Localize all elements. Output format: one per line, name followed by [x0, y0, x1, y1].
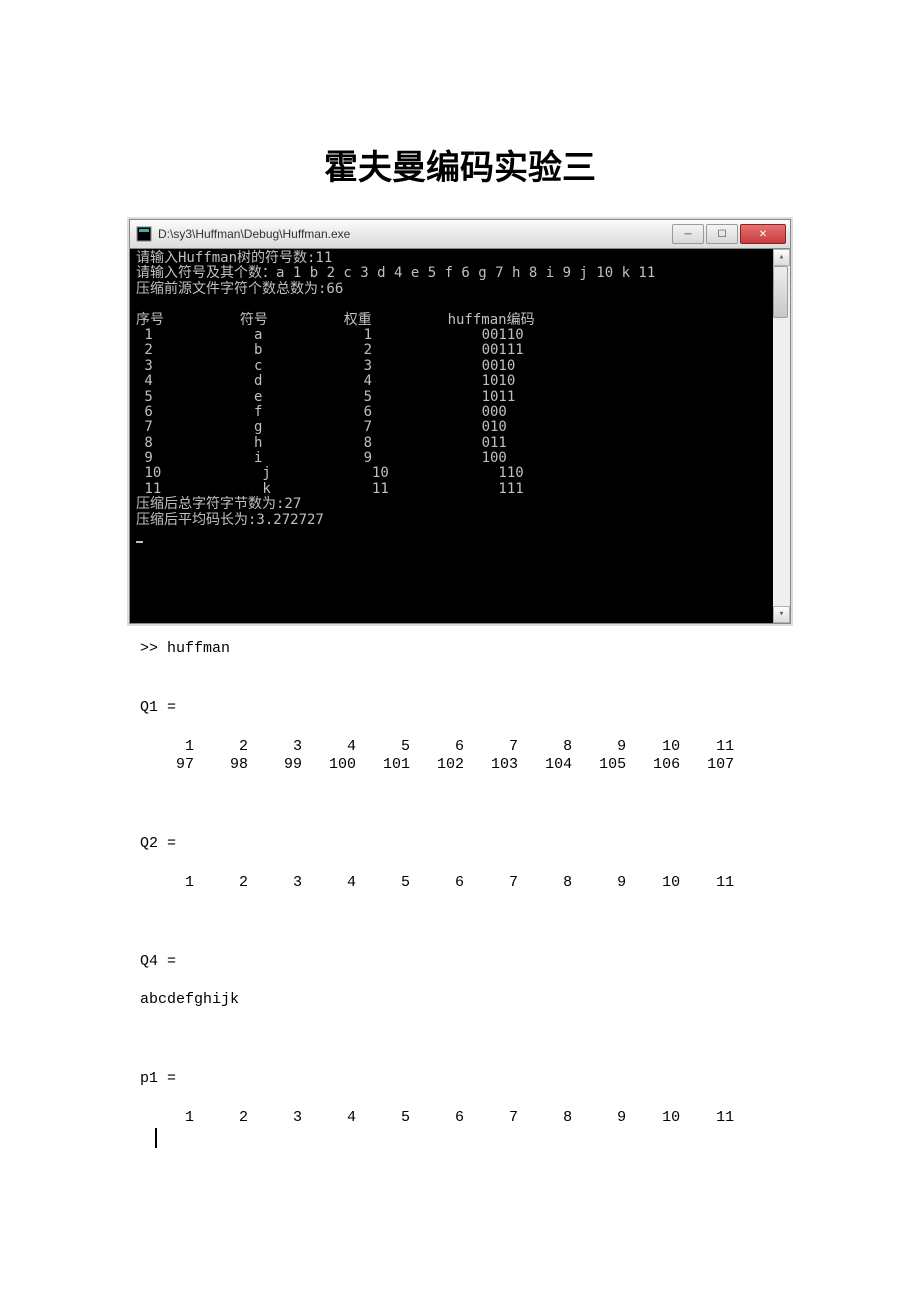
close-button[interactable]: ✕ [740, 224, 786, 244]
titlebar: D:\sy3\Huffman\Debug\Huffman.exe ─ ☐ ✕ [130, 220, 790, 249]
var-label: Q1 = [140, 699, 780, 718]
doc-title: 霍夫曼编码实验三 [0, 140, 920, 189]
titlebar-path: D:\sy3\Huffman\Debug\Huffman.exe [158, 227, 672, 241]
console-line: 请输入Huffman树的符号数:11 [136, 251, 790, 266]
console-line: 请输入符号及其个数：a 1 b 2 c 3 d 4 e 5 f 6 g 7 h … [136, 266, 790, 281]
scroll-down-icon[interactable]: ▾ [773, 606, 790, 623]
table-row: 3 c 3 0010 [136, 359, 790, 374]
var-row: 97 98 99 100 101 102 103 104 105 106 107 [140, 756, 780, 775]
console-line [136, 297, 790, 312]
var-row: 1 2 3 4 5 6 7 8 9 10 11 [140, 738, 780, 757]
var-row: 1 2 3 4 5 6 7 8 9 10 11 [140, 874, 780, 893]
scroll-up-icon[interactable]: ▴ [773, 249, 790, 266]
table-row: 10 j 10 110 [136, 466, 790, 481]
table-row: 6 f 6 000 [136, 405, 790, 420]
matlab-command: >> huffman [140, 640, 780, 659]
cursor-line [140, 1128, 780, 1149]
table-row: 1 a 1 00110 [136, 328, 790, 343]
console-line: 压缩后总字符字节数为:27 [136, 497, 790, 512]
console-body: 请输入Huffman树的符号数:11 请输入符号及其个数：a 1 b 2 c 3… [130, 249, 790, 623]
minimize-button[interactable]: ─ [672, 224, 704, 244]
console-window: D:\sy3\Huffman\Debug\Huffman.exe ─ ☐ ✕ 请… [129, 219, 791, 624]
console-line: 压缩后平均码长为:3.272727 [136, 513, 790, 528]
maximize-button[interactable]: ☐ [706, 224, 738, 244]
var-label: Q4 = [140, 953, 780, 972]
var-label: Q2 = [140, 835, 780, 854]
app-icon [136, 226, 152, 242]
matlab-output: >> huffman Q1 = 1 2 3 4 5 6 7 8 9 10 11 … [130, 628, 790, 1158]
table-row: 11 k 11 111 [136, 482, 790, 497]
table-row: 5 e 5 1011 [136, 390, 790, 405]
table-row: 2 b 2 00111 [136, 343, 790, 358]
table-row: 7 g 7 010 [136, 420, 790, 435]
console-line: 压缩前源文件字符个数总数为:66 [136, 282, 790, 297]
scrollbar[interactable]: ▴ ▾ [773, 249, 790, 623]
var-label: p1 = [140, 1070, 780, 1089]
text-cursor-icon [155, 1128, 157, 1148]
var-row: abcdefghijk [140, 991, 780, 1010]
scroll-thumb[interactable] [773, 266, 788, 318]
var-row: 1 2 3 4 5 6 7 8 9 10 11 [140, 1109, 780, 1128]
table-row: 9 i 9 100 [136, 451, 790, 466]
console-cursor-line [136, 528, 790, 543]
table-header: 序号 符号 权重 huffman编码 [136, 313, 790, 328]
table-row: 8 h 8 011 [136, 436, 790, 451]
table-row: 4 d 4 1010 [136, 374, 790, 389]
